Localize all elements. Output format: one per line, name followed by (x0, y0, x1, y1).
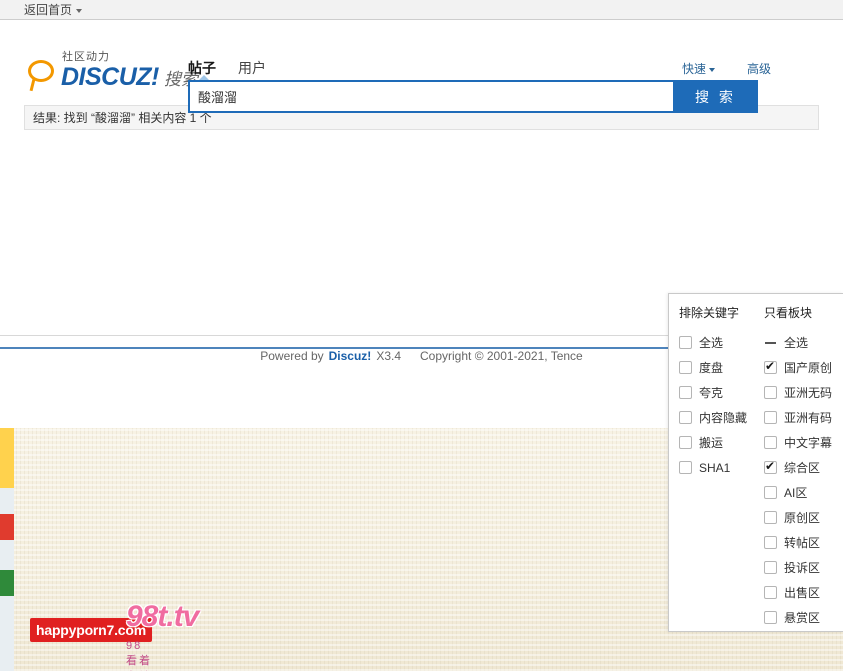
checkbox-icon[interactable] (764, 561, 777, 574)
forum-label-zonghequ: 综合区 (784, 461, 821, 475)
forum-item-yazhou-youma[interactable]: 亚洲有码 (764, 405, 833, 430)
forum-label-chushouqu: 出售区 (784, 586, 821, 600)
forum-item-select-all[interactable]: 全选 (764, 330, 833, 355)
forum-label-yazhou-youma: 亚洲有码 (784, 411, 833, 425)
checkbox-checked-icon[interactable] (764, 459, 777, 474)
result-summary-text: 结果: 找到 “酸溜溜” 相关内容 1 个 (33, 111, 212, 125)
checkbox-icon[interactable] (764, 611, 777, 624)
checkbox-icon[interactable] (679, 411, 692, 424)
forum-label-select-all: 全选 (784, 336, 809, 350)
footer-copyright: Copyright © 2001-2021, Tence (420, 348, 583, 363)
exclude-label-select-all: 全选 (699, 336, 724, 350)
tab-users[interactable]: 用户 (238, 58, 266, 78)
forum-item-aiqu[interactable]: AI区 (764, 480, 833, 505)
exclude-item-quark[interactable]: 夸克 (679, 380, 744, 405)
left-color-strip (0, 428, 14, 671)
checkbox-icon[interactable] (764, 436, 777, 449)
site-logo[interactable]: 社区动力 DISCUZ! 搜索 (24, 52, 198, 92)
exclude-label-hidden-content: 内容隐藏 (699, 411, 748, 425)
forum-label-yuanchuangqu: 原创区 (784, 511, 821, 525)
exclude-label-repost: 搬运 (699, 436, 724, 450)
logo-subtitle: 社区动力 (62, 51, 110, 63)
back-to-home-link[interactable]: 返回首页 (24, 1, 83, 18)
exclude-label-quark: 夸克 (699, 386, 724, 400)
watermark-brand: 98t.tv (126, 600, 199, 633)
forum-label-yazhou-wuma: 亚洲无码 (784, 386, 833, 400)
footer-version: X3.4 (376, 348, 401, 363)
chevron-down-icon (76, 8, 83, 13)
advanced-search-link[interactable]: 高级 (747, 60, 771, 77)
quick-search-label: 快速 (681, 62, 706, 76)
site-watermark: happyporn7.com 98t.tv 98看着女神站 (30, 600, 199, 667)
footer-discuz-link[interactable]: Discuz! (329, 349, 372, 363)
checkbox-icon[interactable] (764, 511, 777, 524)
search-input[interactable] (188, 80, 673, 113)
forum-label-xuanshangqu: 悬赏区 (784, 611, 821, 625)
checkbox-indeterminate-icon[interactable] (764, 336, 777, 349)
search-form: 搜 索 (188, 80, 758, 113)
exclude-item-select-all[interactable]: 全选 (679, 330, 744, 355)
footer-powered-by: Powered by (260, 348, 324, 363)
advanced-search-label: 高级 (746, 62, 771, 76)
speech-bubble-icon (24, 60, 58, 92)
checkbox-icon[interactable] (764, 386, 777, 399)
forum-filter-title: 只看板块 (764, 306, 813, 320)
chevron-down-icon (708, 67, 715, 72)
filter-panel: 排除关键字 全选 度盘 夸克 内容隐藏 搬运 SHA1 只看板块 全选 ✔ 国产… (668, 293, 843, 632)
forum-label-zhuantiequ: 转帖区 (784, 536, 821, 550)
forum-filter-column: 只看板块 全选 国产原创 亚洲无码 亚洲有码 中文字幕 综合区 AI区 (754, 304, 843, 631)
search-button[interactable]: 搜 索 (673, 80, 758, 113)
exclude-label-dupan: 度盘 (699, 361, 724, 375)
watermark-subtitle: 98看着女神站 (126, 640, 152, 667)
checkbox-icon[interactable] (679, 336, 692, 349)
checkbox-icon[interactable] (764, 486, 777, 499)
back-to-home-label: 返回首页 (24, 3, 73, 17)
forum-label-tousuqu: 投诉区 (784, 561, 821, 575)
checkbox-icon[interactable] (679, 436, 692, 449)
forum-item-zhongwen-zimu[interactable]: 中文字幕 (764, 430, 833, 455)
exclude-item-hidden-content[interactable]: 内容隐藏 (679, 405, 748, 430)
checkbox-icon[interactable] (679, 386, 692, 399)
exclude-keywords-title: 排除关键字 (679, 306, 740, 320)
logo-text: 社区动力 DISCUZ! 搜索 (61, 52, 198, 90)
checkbox-checked-icon[interactable] (764, 359, 777, 374)
logo-wordmark: DISCUZ! (61, 63, 159, 91)
forum-item-zonghequ[interactable]: 综合区 (764, 455, 833, 480)
forum-item-yuanchuangqu[interactable]: 原创区 (764, 505, 833, 530)
forum-item-xuanshangqu[interactable]: 悬赏区 (764, 605, 833, 630)
exclude-item-sha1[interactable]: SHA1 (679, 455, 744, 480)
checkbox-icon[interactable] (679, 461, 692, 474)
quick-search-link[interactable]: 快速 (682, 60, 715, 77)
search-header: 社区动力 DISCUZ!搜索 帖子 用户 快速 高级 搜 索 (0, 20, 843, 113)
forum-item-zhuantiequ[interactable]: 转帖区 (764, 530, 833, 555)
checkbox-icon[interactable] (764, 411, 777, 424)
forum-item-guochan-yuanchuang[interactable]: 国产原创 (764, 355, 833, 380)
exclude-item-repost[interactable]: 搬运 (679, 430, 744, 455)
checkbox-icon[interactable] (764, 586, 777, 599)
exclude-label-sha1: SHA1 (699, 460, 731, 475)
checkbox-icon[interactable] (679, 361, 692, 374)
checkbox-icon[interactable] (764, 536, 777, 549)
forum-label-aiqu: AI区 (784, 486, 808, 500)
exclude-item-dupan[interactable]: 度盘 (679, 355, 744, 380)
forum-item-tousuqu[interactable]: 投诉区 (764, 555, 833, 580)
search-mode-links: 快速 高级 (682, 60, 771, 77)
forum-item-chushouqu[interactable]: 出售区 (764, 580, 833, 605)
top-bar: 返回首页 (0, 0, 843, 20)
forum-item-yazhou-wuma[interactable]: 亚洲无码 (764, 380, 833, 405)
forum-label-zhongwen-zimu: 中文字幕 (784, 436, 833, 450)
exclude-keywords-column: 排除关键字 全选 度盘 夸克 内容隐藏 搬运 SHA1 (669, 304, 754, 631)
forum-label-guochan-yuanchuang: 国产原创 (784, 361, 833, 375)
